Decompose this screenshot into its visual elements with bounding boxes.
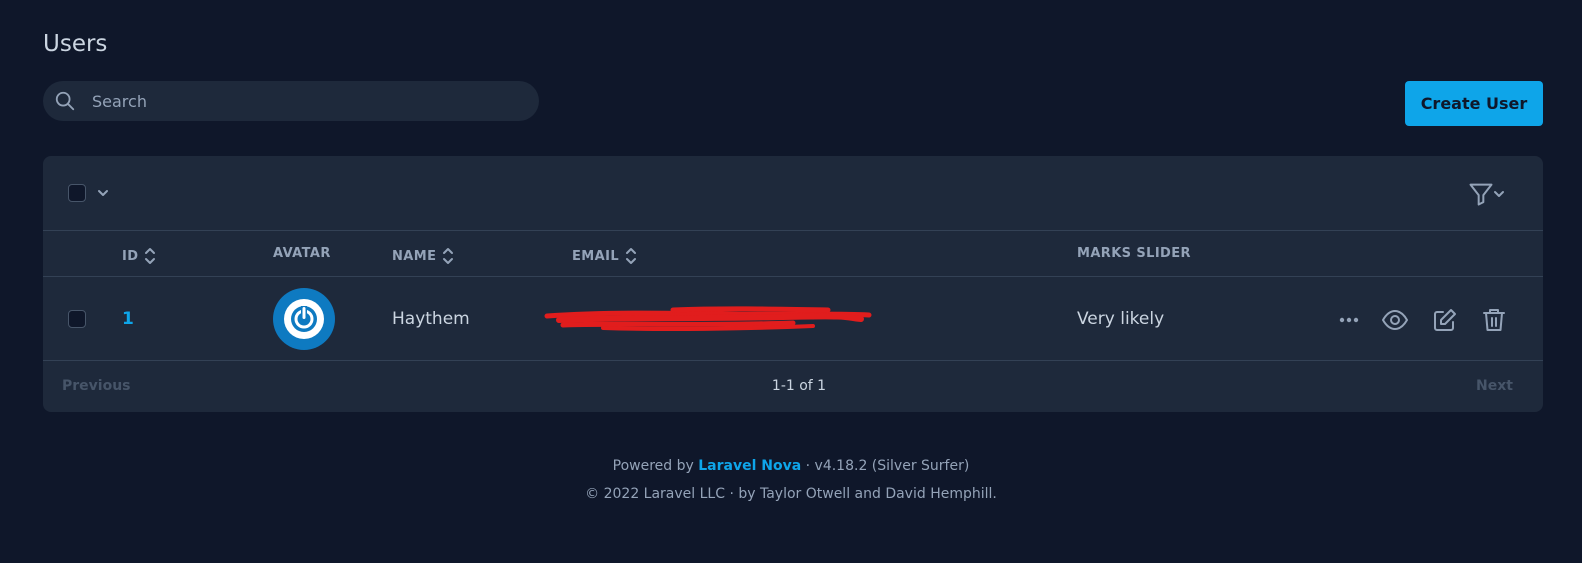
search-bar[interactable] bbox=[43, 81, 539, 121]
column-label: EMAIL bbox=[572, 248, 619, 264]
search-input[interactable] bbox=[92, 81, 522, 121]
pagination-status: 1-1 of 1 bbox=[771, 378, 827, 394]
row-id-link[interactable]: 1 bbox=[122, 309, 134, 329]
more-actions-icon[interactable] bbox=[1335, 306, 1363, 334]
search-icon bbox=[55, 91, 75, 111]
cell-id: 1 bbox=[122, 277, 134, 361]
users-index-page: Users Create User ID bbox=[0, 0, 1582, 563]
column-header-marks-slider: MARKS SLIDER bbox=[1077, 246, 1191, 261]
cell-marks-slider: Very likely bbox=[1077, 309, 1165, 329]
power-icon bbox=[284, 299, 324, 339]
cell-name: Haythem bbox=[392, 309, 470, 329]
column-header-avatar: AVATAR bbox=[273, 246, 331, 261]
page-footer: Powered by Laravel Nova · v4.18.2 (Silve… bbox=[0, 452, 1582, 508]
sort-icon[interactable] bbox=[625, 246, 637, 266]
delete-icon[interactable] bbox=[1480, 306, 1508, 334]
column-label: ID bbox=[122, 248, 139, 264]
pagination: Previous 1-1 of 1 Next bbox=[43, 361, 1543, 412]
chevron-down-icon[interactable] bbox=[96, 186, 110, 200]
column-label: MARKS SLIDER bbox=[1077, 246, 1191, 261]
select-all-checkbox[interactable] bbox=[68, 184, 86, 202]
version-text: · v4.18.2 (Silver Surfer) bbox=[805, 458, 970, 474]
copyright-text: © 2022 Laravel LLC · by Taylor Otwell an… bbox=[585, 486, 997, 502]
column-header-name[interactable]: NAME bbox=[392, 246, 454, 266]
column-header-email[interactable]: EMAIL bbox=[572, 246, 637, 266]
sort-icon[interactable] bbox=[442, 246, 454, 266]
powered-by-line: Powered by Laravel Nova · v4.18.2 (Silve… bbox=[0, 452, 1582, 480]
redacted-email bbox=[544, 306, 872, 332]
row-checkbox[interactable] bbox=[68, 310, 86, 328]
view-icon[interactable] bbox=[1381, 306, 1409, 334]
page-title: Users bbox=[43, 31, 108, 57]
table-header: ID AVATAR NAME EMAIL MARKS SLIDER bbox=[43, 231, 1543, 277]
filter-chevron-down-icon[interactable] bbox=[1492, 187, 1506, 201]
sort-icon[interactable] bbox=[144, 246, 156, 266]
column-header-id[interactable]: ID bbox=[122, 246, 156, 266]
laravel-nova-link[interactable]: Laravel Nova bbox=[698, 458, 801, 474]
edit-icon[interactable] bbox=[1431, 306, 1459, 334]
next-page-link[interactable]: Next bbox=[1476, 378, 1513, 394]
create-user-button[interactable]: Create User bbox=[1405, 81, 1543, 126]
table-toolbar bbox=[43, 156, 1543, 231]
column-label: NAME bbox=[392, 248, 437, 264]
avatar bbox=[273, 288, 335, 350]
resource-table-card: ID AVATAR NAME EMAIL MARKS SLIDER 1 Hayt… bbox=[43, 156, 1543, 412]
filter-icon[interactable] bbox=[1467, 180, 1495, 208]
powered-by-text: Powered by bbox=[612, 458, 694, 474]
column-label: AVATAR bbox=[273, 246, 331, 261]
table-row: 1 Haythem Very likely bbox=[43, 277, 1543, 361]
